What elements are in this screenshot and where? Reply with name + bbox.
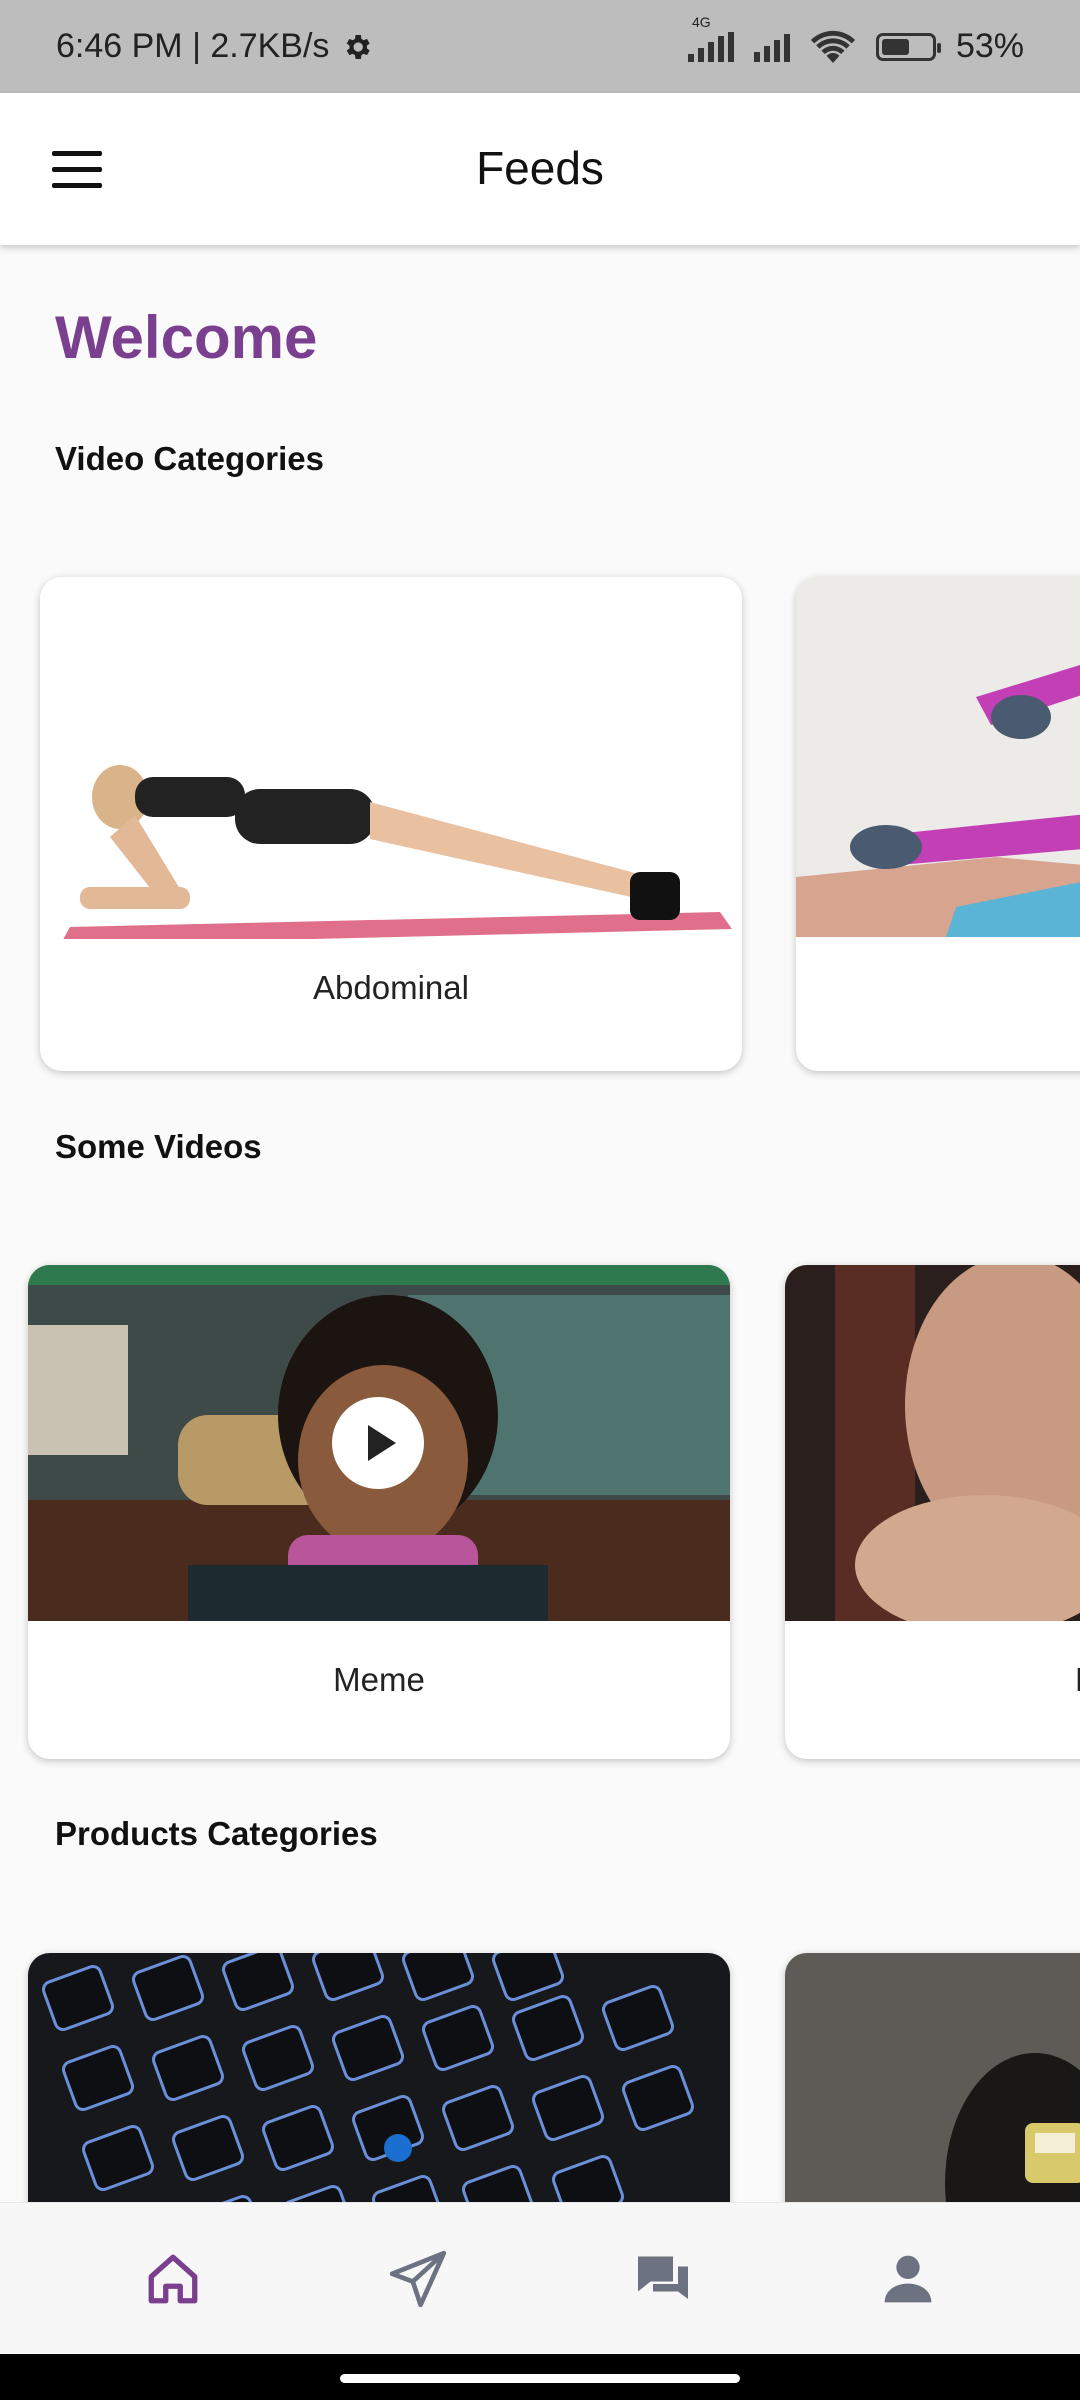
status-right: 4G 53% (687, 14, 1024, 66)
gesture-navigation-bar (0, 2354, 1080, 2400)
video-label-second: M (1075, 1661, 1080, 1699)
some-videos-title: Some Videos (55, 1128, 262, 1165)
signal-icon (753, 32, 790, 62)
products-categories-title: Products Categories (55, 1815, 378, 1852)
battery-percent: 53% (955, 27, 1024, 65)
feed-content[interactable]: Welcome Video Categories Abdominal Some … (0, 245, 1080, 2202)
plank-exercise-image (40, 577, 742, 939)
nav-send[interactable] (358, 2219, 478, 2339)
man-video-thumbnail (785, 1265, 1080, 1621)
wifi-icon (810, 30, 856, 63)
leg-exercise-image (796, 577, 1080, 937)
video-categories-title: Video Categories (55, 440, 324, 477)
keyboard-image (28, 1953, 730, 2202)
category-label: Abdominal (313, 969, 469, 1006)
product-card-second[interactable] (785, 1953, 1080, 2202)
home-icon (148, 2254, 197, 2303)
video-label: Meme (333, 1661, 425, 1698)
product-card-keyboard[interactable] (28, 1953, 730, 2202)
app-bar: Feeds (0, 93, 1080, 245)
category-card-legs[interactable] (796, 577, 1080, 1071)
page-title: Feeds (476, 142, 604, 194)
video-card-second[interactable]: M (785, 1265, 1080, 1759)
category-card-abdominal[interactable]: Abdominal (40, 577, 742, 1071)
nav-home[interactable] (113, 2219, 233, 2339)
product-image (785, 1953, 1080, 2202)
signal-4g-icon: 4G (687, 14, 734, 62)
network-type-label: 4G (691, 13, 711, 30)
chat-icon (637, 2256, 688, 2299)
video-card-meme[interactable]: Meme (28, 1265, 730, 1759)
status-bar: 6:46 PM | 2.7KB/s 4G 53% (0, 0, 1080, 93)
play-icon[interactable] (332, 1397, 424, 1489)
battery-icon (875, 32, 941, 61)
gesture-handle[interactable] (340, 2374, 740, 2383)
send-icon (389, 2250, 446, 2307)
nav-profile[interactable] (848, 2219, 968, 2339)
welcome-heading: Welcome (55, 304, 318, 371)
status-time-speed: 6:46 PM | 2.7KB/s (56, 27, 330, 65)
bottom-navigation (0, 2202, 1080, 2354)
settings-gear-icon (347, 34, 371, 59)
status-left: 6:46 PM | 2.7KB/s (56, 27, 373, 66)
profile-icon (884, 2255, 931, 2302)
nav-chat[interactable] (603, 2219, 723, 2339)
